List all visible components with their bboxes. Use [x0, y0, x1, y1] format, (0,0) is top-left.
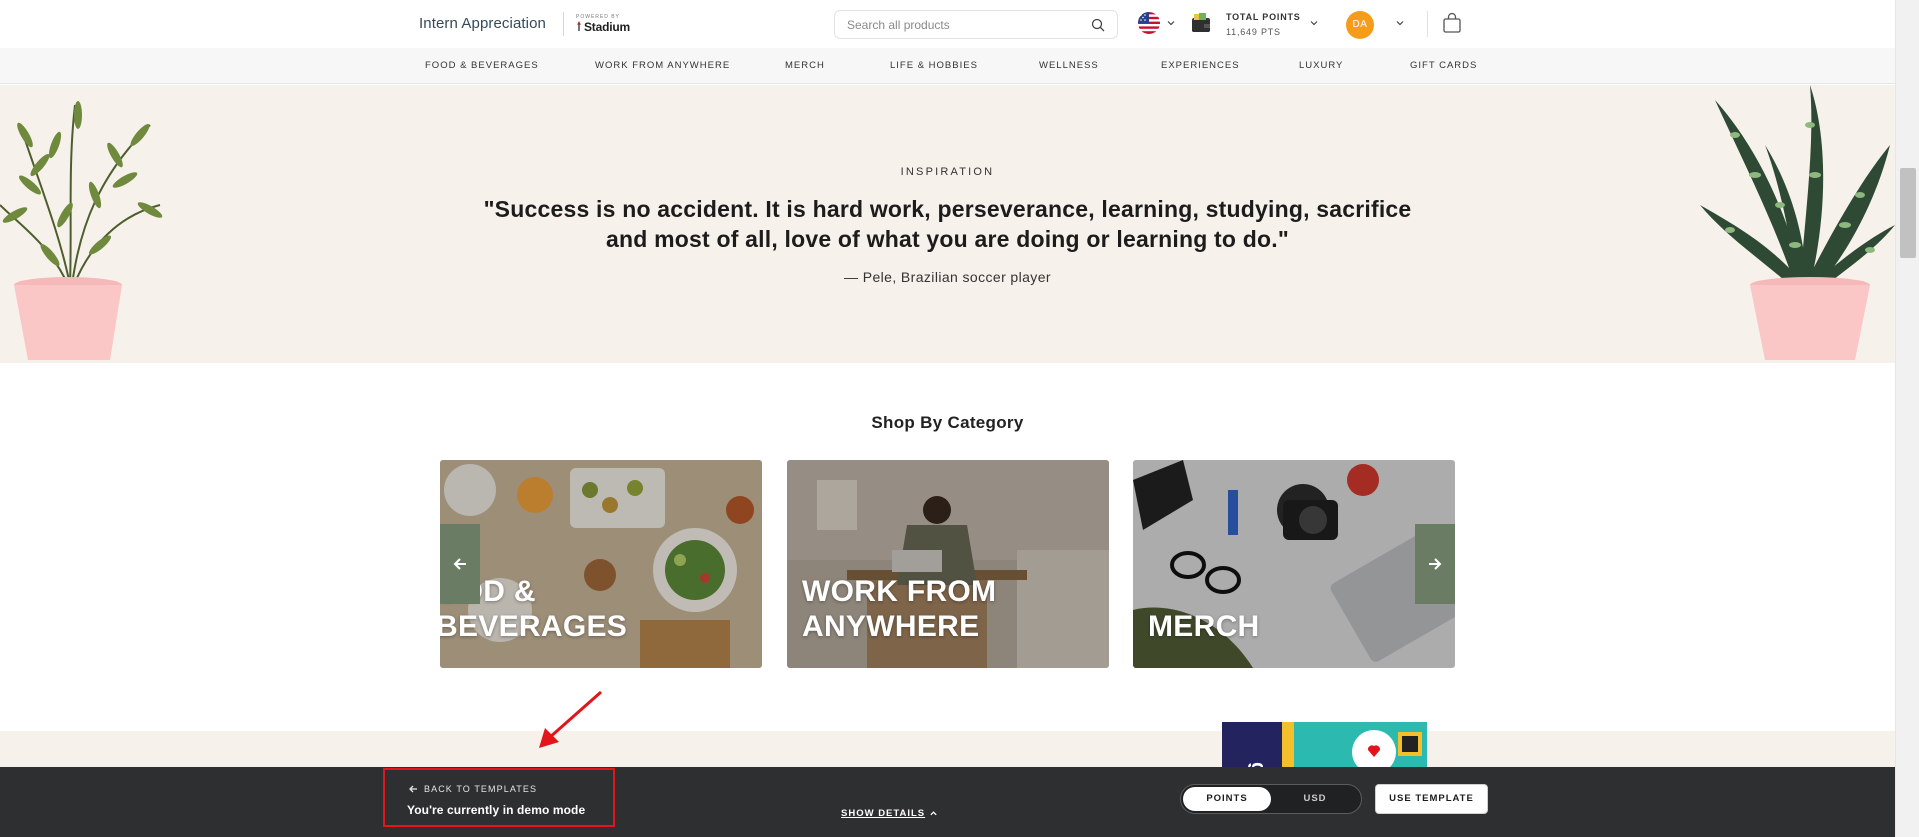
search-bar[interactable] [834, 10, 1118, 39]
nav-item-wellness[interactable]: WELLNESS [1039, 60, 1099, 71]
stadium-logo-icon [577, 21, 581, 31]
arrow-left-icon [453, 558, 466, 570]
demo-mode-bar [0, 767, 1895, 837]
scrollbar-thumb[interactable] [1900, 168, 1916, 258]
back-to-templates-link[interactable]: BACK TO TEMPLATES [408, 784, 537, 794]
inspiration-quote: "Success is no accident. It is hard work… [483, 196, 1412, 252]
snake-plant-illustration [1700, 85, 1895, 360]
chevron-down-icon[interactable] [1166, 18, 1176, 28]
nav-item-work-from-anywhere[interactable]: WORK FROM ANYWHERE [595, 60, 730, 71]
inspiration-label: INSPIRATION [900, 166, 995, 178]
potted-plant-illustration [0, 101, 163, 360]
currency-toggle[interactable]: POINTS USD [1180, 784, 1362, 814]
top-header: Intern Appreciation POWERED BY Stadium S… [0, 0, 1895, 48]
total-points-value: 11,649 PTS [1226, 27, 1281, 37]
category-card-food-beverages[interactable]: OOD & BEVERAGES [440, 460, 762, 668]
header-divider [1427, 11, 1428, 37]
nav-item-luxury[interactable]: LUXURY [1299, 60, 1343, 71]
brand-divider [563, 12, 564, 36]
nav-item-experiences[interactable]: EXPERIENCES [1161, 60, 1240, 71]
inspiration-banner: INSPIRATION "Success is no accident. It … [0, 85, 1895, 363]
toggle-usd-option[interactable]: USD [1271, 787, 1359, 811]
annotation-arrow-icon [539, 690, 602, 748]
arrow-left-icon [409, 785, 417, 793]
chevron-up-icon [930, 811, 937, 816]
nav-item-merch[interactable]: MERCH [785, 60, 825, 71]
back-to-templates-label: BACK TO TEMPLATES [424, 784, 538, 794]
page: Intern Appreciation POWERED BY Stadium S… [0, 0, 1919, 837]
category-card-work-from-anywhere[interactable]: WORK FROM ANYWHERE [787, 460, 1109, 668]
category-card-label: MERCH [1148, 610, 1260, 643]
use-template-button[interactable]: USE TEMPLATE [1375, 784, 1488, 814]
toggle-points-option[interactable]: POINTS [1183, 787, 1271, 811]
search-icon[interactable] [1091, 18, 1105, 32]
demo-mode-highlight [383, 768, 615, 827]
show-details-label: SHOW DETAILS [841, 808, 926, 819]
quote-attribution: — Pele, Brazilian soccer player [844, 269, 1051, 285]
brand-name[interactable]: Intern Appreciation [419, 15, 546, 32]
nav-item-life-hobbies[interactable]: LIFE & HOBBIES [890, 60, 978, 71]
page-scrollbar[interactable] [1895, 0, 1919, 837]
avatar[interactable]: DA [1346, 11, 1374, 39]
category-nav: FOOD & BEVERAGES WORK FROM ANYWHERE MERC… [0, 48, 1895, 84]
demo-mode-message: You're currently in demo mode [407, 803, 586, 817]
category-card-merch[interactable]: MERCH [1133, 460, 1455, 668]
carousel-next-button[interactable] [1415, 524, 1455, 604]
carousel-prev-button[interactable] [440, 524, 480, 604]
us-flag-icon[interactable] [1138, 12, 1160, 34]
nav-item-gift-cards[interactable]: GIFT CARDS [1410, 60, 1477, 71]
shopping-bag-icon[interactable] [1442, 12, 1462, 34]
show-details-button[interactable]: SHOW DETAILS [841, 808, 938, 819]
chevron-down-icon[interactable] [1395, 18, 1405, 28]
section-title: Shop By Category [871, 413, 1024, 432]
category-card-label: WORK FROM ANYWHERE [802, 575, 997, 643]
chevron-down-icon[interactable] [1309, 18, 1319, 28]
wallet-icon [1192, 13, 1210, 32]
search-input[interactable] [847, 16, 1077, 34]
arrow-right-icon [1429, 558, 1442, 570]
partner-logo-text: Stadium [584, 20, 630, 34]
nav-item-food-beverages[interactable]: FOOD & BEVERAGES [425, 60, 539, 71]
total-points-label: TOTAL POINTS [1226, 12, 1301, 22]
